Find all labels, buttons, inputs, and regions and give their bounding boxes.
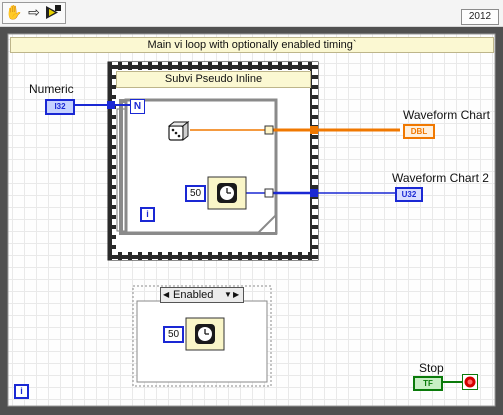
dice-icon[interactable] (167, 120, 190, 143)
selector-right-arrow-icon[interactable]: ▶ (233, 288, 239, 302)
stop-control-terminal[interactable]: TF (413, 376, 443, 391)
numeric-control-terminal[interactable]: I32 (45, 99, 75, 115)
wait-constant[interactable]: 50 (185, 185, 206, 202)
block-diagram: Main vi loop with optionally enabled tim… (0, 27, 503, 415)
selector-value: Enabled (173, 289, 214, 301)
chart2-output-tunnel[interactable] (310, 189, 318, 197)
subvi-title: Subvi Pseudo Inline (116, 71, 311, 88)
loop-count-terminal[interactable]: N (130, 99, 145, 114)
version-indicator: 2012 (461, 9, 499, 25)
disable-structure-selector[interactable]: ◀ Enabled ▼ ▶ (160, 287, 244, 303)
run-arrow-icon[interactable]: ⇨ (25, 4, 43, 21)
numeric-label: Numeric (29, 82, 74, 96)
waveform-chart-label: Waveform Chart (403, 108, 490, 122)
chart-indexing-tunnel[interactable] (264, 125, 274, 135)
for-loop-iteration-terminal: i (140, 207, 155, 222)
selector-dropdown-icon[interactable]: ▼ (224, 288, 232, 302)
numeric-tunnel[interactable] (107, 101, 115, 109)
selector-left-arrow-icon[interactable]: ◀ (163, 288, 169, 302)
enabled-wait-constant[interactable]: 50 (163, 326, 184, 343)
chart-output-tunnel[interactable] (310, 126, 318, 134)
waveform-chart-2-terminal[interactable]: U32 (395, 187, 423, 202)
stop-icon[interactable] (462, 374, 478, 390)
chart2-indexing-tunnel[interactable] (264, 188, 274, 198)
main-loop-title: Main vi loop with optionally enabled tim… (10, 37, 494, 53)
hand-icon[interactable]: ✋ (5, 4, 23, 21)
main-loop-iteration-terminal: i (14, 384, 29, 399)
waveform-chart-terminal[interactable]: DBL (403, 124, 435, 139)
waveform-chart-2-label: Waveform Chart 2 (392, 171, 489, 185)
toolbar: ✋ ⇨ 2012 (0, 0, 503, 27)
wait-ms-function[interactable] (207, 176, 247, 210)
enabled-wait-ms-function[interactable] (185, 317, 225, 351)
stop-label: Stop (419, 361, 444, 375)
toolbar-button-group: ✋ ⇨ (2, 2, 66, 24)
broken-run-icon[interactable] (44, 4, 62, 21)
